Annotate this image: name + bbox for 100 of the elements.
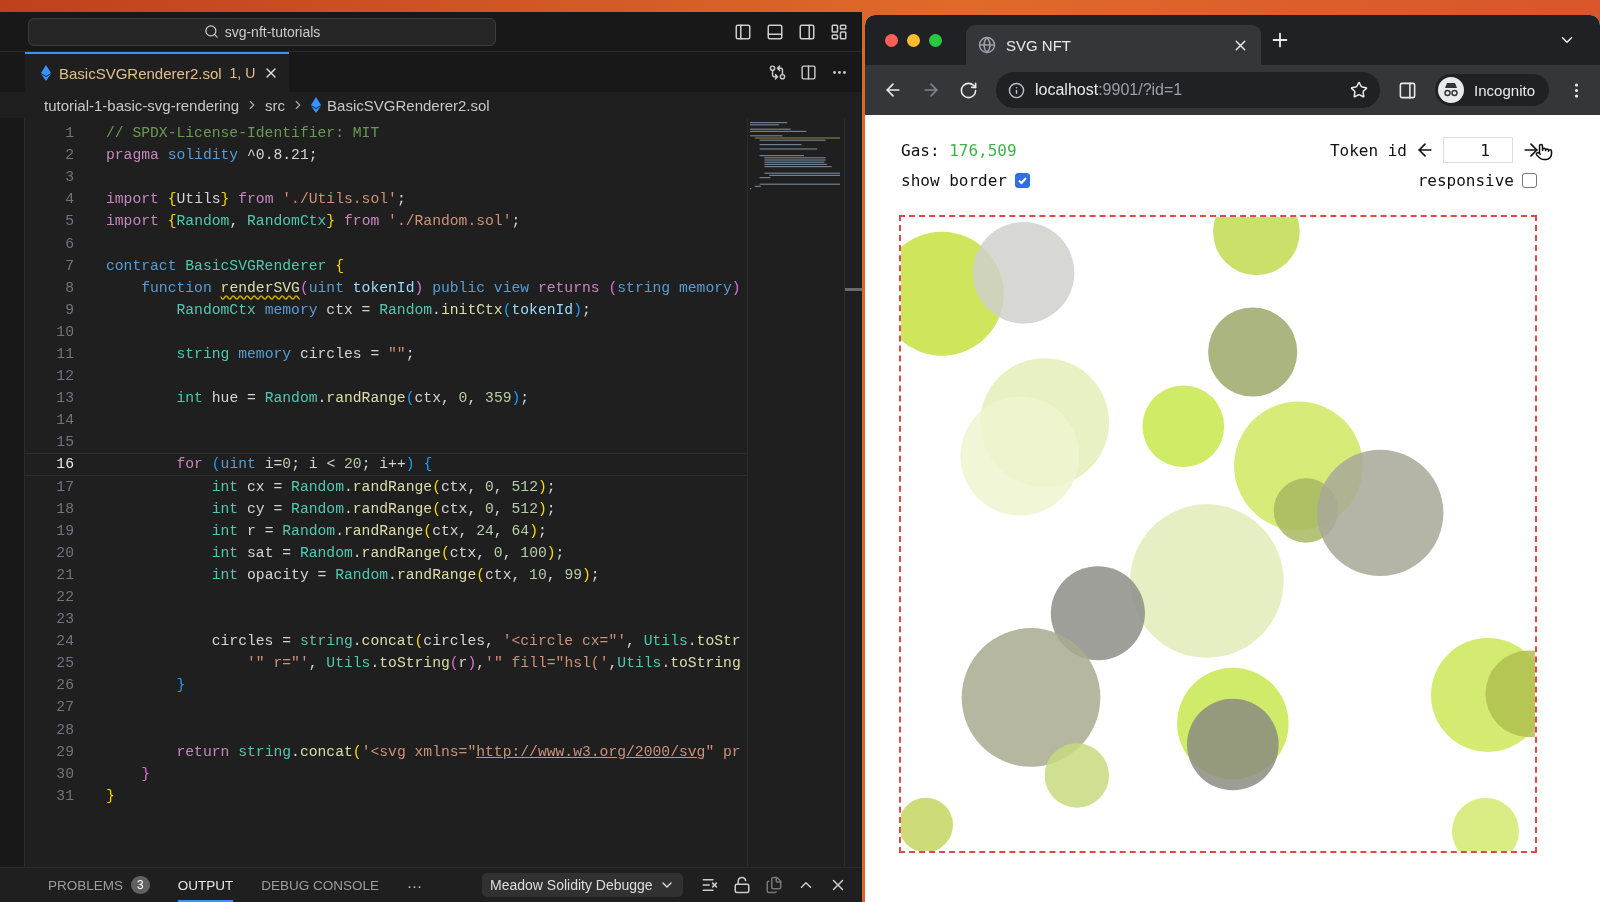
gas-readout: Gas: 176,509 [901,140,1017,160]
split-editor-icon[interactable] [800,63,817,81]
incognito-icon [1438,77,1465,103]
code-line: '" r="', Utils.toString(r),'" fill="hsl(',Utils.toString [246,655,741,672]
code-line: int cx = Random.randRange(ctx, 0, 512); [210,478,556,495]
line-number: 20 [55,544,74,561]
code-line: for (uint i=0; i < 20; i++) { [175,456,433,473]
maximize-window-button[interactable] [929,33,942,47]
ethereum-diamond-icon [311,97,322,113]
panel-tab[interactable]: OUTPUT [177,868,234,902]
line-number: 4 [64,191,74,208]
line-number: 11 [55,346,74,362]
copy-icon[interactable] [764,876,783,894]
code-line: pragma solidity ^0.8.21; [105,147,318,164]
code-line: } [140,765,151,782]
clear-output-icon[interactable] [700,876,719,894]
code-line: // SPDX-License-Identifier: MIT [105,125,380,142]
line-number: 29 [55,743,74,760]
checkbox-label: show border [901,170,1007,190]
line-number: 31 [55,787,74,804]
line-number: 6 [64,235,74,252]
count-badge: 3 [131,876,150,894]
code-line: RandomCtx memory ctx = Random.initCtx(tokenId); [175,301,591,318]
line-number: 24 [55,633,74,650]
checkbox-label: responsive [1417,170,1514,190]
line-number: 12 [55,368,74,385]
code-line: int r = Random.randRange(ctx, 24, 64); [210,522,547,539]
line-number: 7 [64,257,74,274]
info-icon [1008,81,1025,99]
file-status-text: 1, U [229,65,256,81]
search-field[interactable]: svg-nft-tutorials [28,17,496,46]
code-line: int sat = Random.randRange(ctx, 0, 100); [210,544,565,561]
globe-icon [978,36,996,54]
url-text: localhost:9901/?id=1 [1035,81,1184,99]
line-number: 1 [64,125,74,142]
line-number: 27 [55,699,74,716]
compare-changes-icon[interactable] [769,63,786,81]
token-id-label: Token id [1329,140,1407,160]
code-line: } [105,787,115,804]
line-number: 13 [55,390,74,407]
file-tab[interactable]: BasicSVGRenderer2.sol 1, U [25,52,290,92]
code-line: import {Random, RandomCtx} from './Random.sol'; [105,213,521,230]
line-number: 14 [55,412,74,429]
code-line: string memory circles = ""; [175,346,415,362]
line-number: 10 [55,323,74,340]
address-bar[interactable]: localhost:9901/?id=1 [996,72,1381,108]
bookmark-star-icon[interactable] [1350,81,1369,99]
line-number: 19 [55,522,74,539]
code-line: contract BasicSVGRenderer { [105,257,344,274]
reload-icon[interactable] [959,80,978,100]
line-number: 8 [64,279,74,296]
code-line: return string.concat('<svg xmlns="http://www.w3.org/2000/svg" pr [175,743,741,760]
line-number: 16 [55,456,74,473]
sidebar-toggle-icon[interactable] [734,22,752,41]
search-icon [203,24,219,39]
line-number: 26 [55,677,74,694]
close-window-button[interactable] [885,33,898,47]
hand-cursor-icon [1535,143,1553,161]
line-number: 30 [55,765,74,782]
line-number: 3 [64,169,74,186]
ethereum-diamond-icon [41,65,51,81]
lock-icon[interactable] [732,876,751,894]
panel-toggle-icon[interactable] [766,22,784,41]
layout-icon[interactable] [830,22,848,41]
code-line: } [175,677,186,694]
line-number: 5 [64,213,74,230]
code-line: int hue = Random.randRange(ctx, 0, 359); [175,390,530,407]
line-number: 23 [55,611,74,628]
code-line: circles = string.concat(circles, '<circle cx="', Utils.toStr [210,633,741,650]
file-tab-name: BasicSVGRenderer2.sol [59,64,222,82]
line-number: 15 [55,434,74,451]
more-tabs-button[interactable]: ··· [407,876,422,894]
show-border-checkbox[interactable] [1014,172,1030,188]
line-number: 22 [55,589,74,605]
responsive-checkbox[interactable] [1522,172,1537,188]
line-number: 25 [55,655,74,672]
breadcrumb[interactable]: tutorial-1-basic-svg-rendering [44,96,240,114]
breadcrumb[interactable]: src [265,96,286,114]
browser-tab[interactable]: SVG NFT [966,25,1261,65]
side-panel-icon[interactable] [1398,80,1418,100]
output-channel-dropdown[interactable]: Meadow Solidity Debugge [482,873,683,897]
panel-tab[interactable]: PROBLEMS 3 [48,868,150,902]
line-number: 18 [55,500,74,517]
workspace-name: svg-nft-tutorials [224,23,321,40]
scrollbar-thumb[interactable] [845,288,862,291]
code-line: import {Utils} from './Utils.sol'; [105,191,406,208]
code-line: int opacity = Random.randRange(ctx, 10, 99); [210,566,600,583]
token-id-field[interactable]: 1 [1443,137,1513,163]
line-number: 2 [64,147,74,164]
secondary-sidebar-icon[interactable] [798,22,816,41]
breadcrumb[interactable]: BasicSVGRenderer2.sol [327,96,490,114]
line-number: 21 [55,566,74,583]
line-number: 28 [55,721,74,738]
line-number: 9 [64,301,74,318]
tab-title: SVG NFT [1006,36,1072,54]
panel-tab[interactable]: DEBUG CONSOLE [261,868,379,902]
code-line: function renderSVG(uint tokenId) public view returns (string memory) [140,279,741,296]
minimize-window-button[interactable] [907,33,920,47]
profile-button[interactable]: Incognito [1435,74,1549,106]
code-line: int cy = Random.randRange(ctx, 0, 512); [210,500,556,517]
